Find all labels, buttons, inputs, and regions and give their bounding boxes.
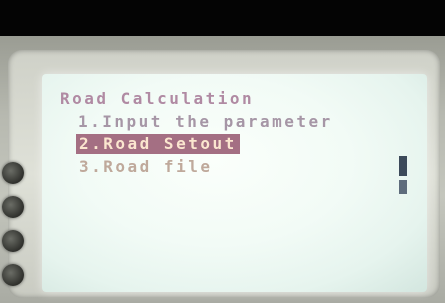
menu-item-road-setout[interactable]: 2.Road Setout <box>76 134 240 154</box>
lcd-screen: Road Calculation 1.Input the parameter 2… <box>42 74 427 292</box>
scrollbar-icon[interactable] <box>399 156 407 196</box>
scrollbar-thumb[interactable] <box>399 156 407 176</box>
menu-title: Road Calculation <box>60 89 255 108</box>
menu-item-road-file[interactable]: 3.Road file <box>79 157 212 177</box>
side-button-3[interactable] <box>2 230 24 252</box>
menu-item-input-parameter[interactable]: 1.Input the parameter <box>78 112 333 132</box>
top-black-band <box>0 0 445 36</box>
scrollbar-track <box>399 180 407 194</box>
side-button-1[interactable] <box>2 162 24 184</box>
side-button-4[interactable] <box>2 264 24 286</box>
device-photo: Road Calculation 1.Input the parameter 2… <box>0 0 445 303</box>
side-button-2[interactable] <box>2 196 24 218</box>
